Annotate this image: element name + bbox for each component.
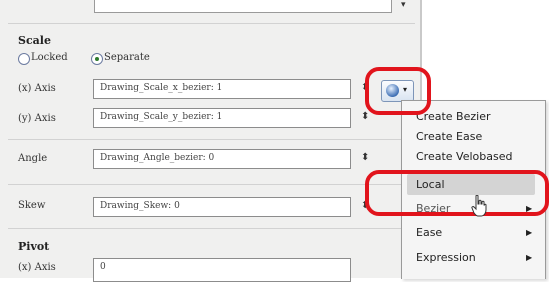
scale-section-title: Scale <box>18 34 51 47</box>
skew-field[interactable]: Drawing_Skew: 0 <box>93 197 351 217</box>
separate-radio[interactable] <box>91 53 103 65</box>
menu-item-create-velobased[interactable]: Create Velobased <box>402 147 545 167</box>
separate-radio-label: Separate <box>104 52 150 63</box>
menu-item-create-ease[interactable]: Create Ease <box>402 127 545 147</box>
previous-field[interactable] <box>94 0 392 13</box>
menu-item-ease[interactable]: Ease ▶ <box>402 223 545 243</box>
menu-item-label: Create Ease <box>416 130 483 143</box>
angle-spinner-icon[interactable]: ⬍ <box>361 152 369 163</box>
pivot-x-axis-label: (x) Axis <box>18 262 56 273</box>
divider <box>8 23 415 24</box>
angle-value: Drawing_Angle_bezier: 0 <box>100 153 215 163</box>
pivot-section-title: Pivot <box>18 240 50 253</box>
menu-item-label: Create Bezier <box>416 110 491 123</box>
menu-item-label: Create Velobased <box>416 150 513 163</box>
pivot-x-axis-field[interactable]: 0 <box>93 258 351 282</box>
locked-radio-label: Locked <box>31 52 68 63</box>
annotation-ring-function-button <box>365 67 431 115</box>
scale-y-spinner-icon[interactable]: ⬍ <box>361 111 369 122</box>
submenu-arrow-icon: ▶ <box>526 253 533 262</box>
hand-cursor-icon <box>471 195 487 217</box>
divider <box>8 184 415 185</box>
angle-field[interactable]: Drawing_Angle_bezier: 0 <box>93 149 351 169</box>
scale-x-axis-label: (x) Axis <box>18 83 56 94</box>
scale-y-axis-field[interactable]: Drawing_Scale_y_bezier: 1 <box>93 108 351 128</box>
divider <box>8 139 415 140</box>
locked-radio[interactable] <box>18 53 30 65</box>
menu-item-expression[interactable]: Expression ▶ <box>402 248 545 268</box>
scale-x-axis-value: Drawing_Scale_x_bezier: 1 <box>100 83 223 93</box>
layer-properties-panel: ▾ Scale Locked Separate (x) Axis Drawing… <box>0 0 421 282</box>
angle-label: Angle <box>18 153 48 164</box>
skew-value: Drawing_Skew: 0 <box>100 201 180 211</box>
scale-y-axis-value: Drawing_Scale_y_bezier: 1 <box>100 112 223 122</box>
scale-x-axis-field[interactable]: Drawing_Scale_x_bezier: 1 <box>93 79 351 99</box>
annotation-ring-local-item <box>365 170 549 216</box>
menu-item-label: Ease <box>416 226 443 239</box>
submenu-arrow-icon: ▶ <box>526 228 533 237</box>
top-dropdown-icon[interactable]: ▾ <box>401 0 406 10</box>
pivot-x-axis-value: 0 <box>100 262 106 272</box>
scale-y-axis-label: (y) Axis <box>18 113 56 124</box>
divider <box>8 228 415 229</box>
skew-label: Skew <box>18 200 46 211</box>
menu-item-label: Expression <box>416 251 476 264</box>
